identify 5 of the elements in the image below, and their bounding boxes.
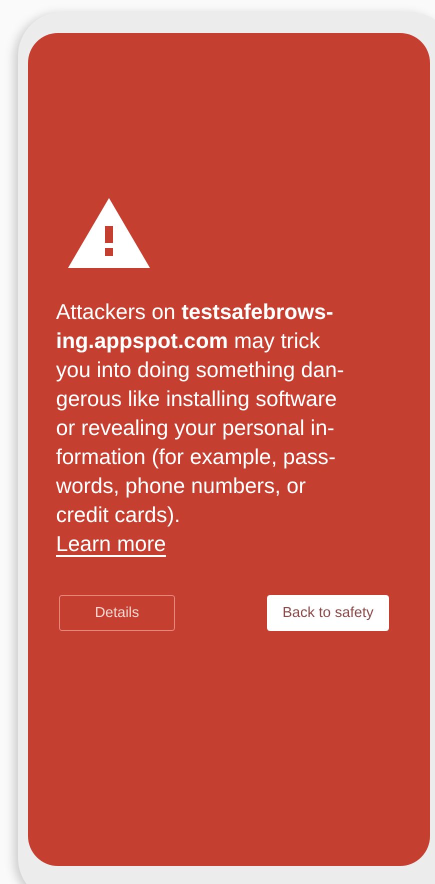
details-button[interactable]: Details [59, 595, 175, 631]
warning-icon [68, 198, 150, 268]
warning-message: Attackers on testsafebrows- ing.appspot.com may trick you into doing something dan- gerous like installing software or revealing your personal in- formation (for example, pass- words, phone numbers, or credit cards). [56, 299, 344, 529]
back-to-safety-button[interactable]: Back to safety [267, 595, 389, 631]
learn-more-link[interactable]: Learn more [56, 530, 166, 559]
